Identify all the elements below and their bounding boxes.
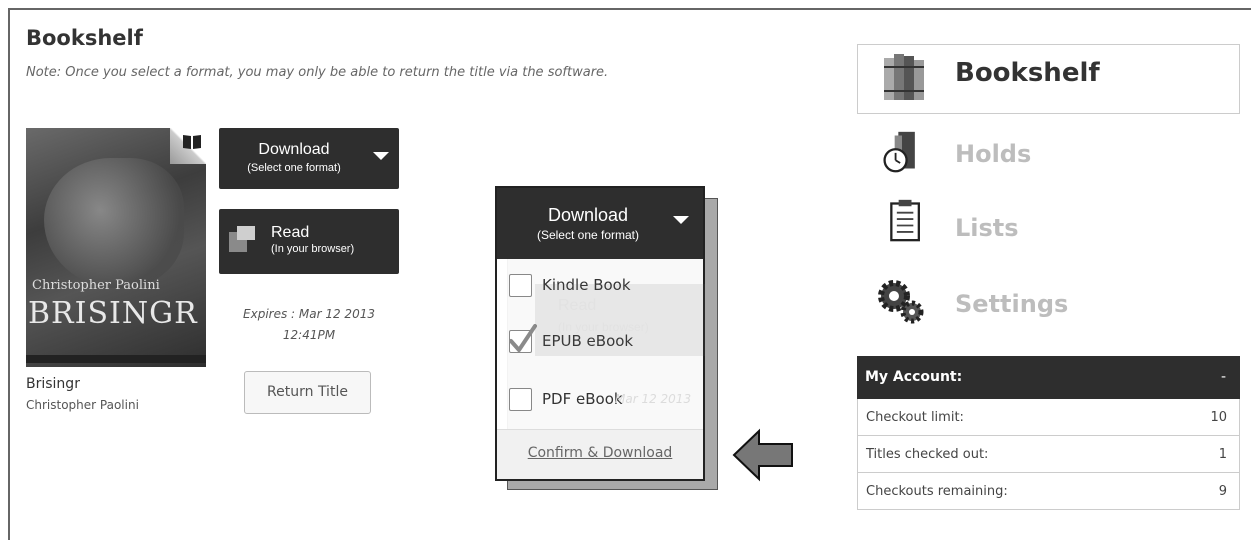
account-row: Titles checked out: 1 xyxy=(857,436,1240,473)
arrow-left-icon xyxy=(732,428,793,482)
download-button[interactable]: Download (Select one format) xyxy=(219,128,399,189)
cover-artwork xyxy=(44,158,184,288)
popup-download-header[interactable]: Download (Select one format) xyxy=(497,188,703,259)
ghost-expiry: Mar 12 2013 xyxy=(615,392,692,406)
book-cover[interactable]: Christopher Paolini BRISINGR xyxy=(26,128,206,367)
read-icon xyxy=(229,226,255,254)
collapse-toggle[interactable]: - xyxy=(1221,369,1226,385)
chevron-down-icon xyxy=(673,216,689,224)
nav-label-holds[interactable]: Holds xyxy=(955,140,1031,168)
ebook-icon xyxy=(183,135,201,149)
confirm-download-link[interactable]: Confirm & Download xyxy=(497,445,703,461)
nav-label-lists[interactable]: Lists xyxy=(955,214,1019,242)
nav-label-settings[interactable]: Settings xyxy=(955,290,1068,318)
expiry-date: Expires : Mar 12 2013 12:41PM xyxy=(243,307,375,342)
cover-author-text: Christopher Paolini xyxy=(32,278,160,293)
page-title: Bookshelf xyxy=(26,26,143,50)
book-title[interactable]: Brisingr xyxy=(26,376,80,392)
account-row: Checkouts remaining: 9 xyxy=(857,473,1240,510)
books-icon xyxy=(884,54,924,100)
clipboard-icon xyxy=(890,199,920,242)
popup-footer: Confirm & Download xyxy=(497,429,703,479)
chevron-down-icon xyxy=(373,152,389,160)
read-label: Read xyxy=(271,224,310,241)
gears-icon xyxy=(878,280,924,324)
return-title-button[interactable]: Return Title xyxy=(244,371,371,414)
cover-strip xyxy=(26,355,206,363)
checkbox[interactable] xyxy=(509,388,532,411)
account-row: Checkout limit: 10 xyxy=(857,399,1240,436)
ghost-read-label: Read xyxy=(558,297,597,314)
cover-title-text: BRISINGR xyxy=(28,296,198,331)
account-panel: My Account: - Checkout limit: 10 Titles … xyxy=(857,356,1240,510)
download-sublabel: (Select one format) xyxy=(247,162,341,174)
read-sublabel: (In your browser) xyxy=(271,243,355,255)
nav-label-bookshelf[interactable]: Bookshelf xyxy=(955,58,1100,88)
book-author[interactable]: Christopher Paolini xyxy=(26,398,139,412)
checkmark-icon xyxy=(509,324,537,352)
stopwatch-icon xyxy=(883,131,915,173)
format-note: Note: Once you select a format, you may … xyxy=(26,65,609,80)
download-label: Download xyxy=(258,141,330,158)
account-header[interactable]: My Account: - xyxy=(857,356,1240,399)
checkbox[interactable] xyxy=(509,274,532,297)
ghost-read-sublabel: (In your browser) xyxy=(558,320,649,334)
read-button[interactable]: Read (In your browser) xyxy=(219,209,399,274)
